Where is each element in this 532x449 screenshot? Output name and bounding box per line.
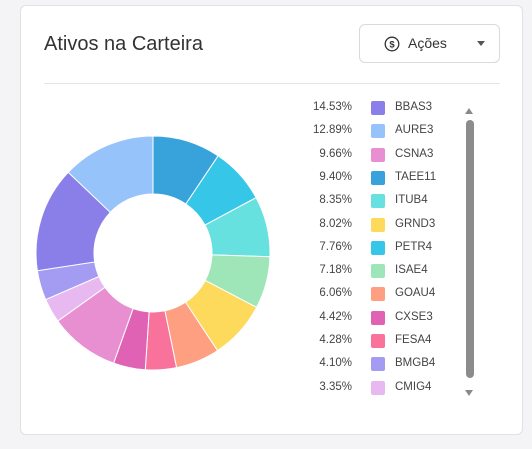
legend-swatch	[371, 194, 385, 209]
svg-text:$: $	[389, 39, 395, 50]
legend-swatch	[371, 147, 385, 162]
legend-item[interactable]: 4.28% FESA4	[306, 330, 456, 353]
legend-percent: 12.89%	[312, 124, 352, 137]
legend-percent: 3.35%	[319, 380, 352, 393]
legend-item[interactable]: 8.02% GRND3	[306, 214, 456, 237]
legend-swatch	[371, 170, 385, 185]
legend-item[interactable]: 4.42% CXSE3	[306, 307, 456, 330]
legend-percent: 9.66%	[319, 147, 352, 160]
legend-percent: 4.10%	[319, 357, 352, 370]
legend-swatch	[371, 124, 385, 139]
legend-swatch	[371, 310, 385, 325]
legend-item[interactable]: 7.18% ISAE4	[306, 260, 456, 283]
legend-percent: 7.18%	[319, 264, 352, 277]
legend-label: BMGB4	[395, 357, 436, 370]
scroll-up-arrow-icon[interactable]	[465, 108, 473, 114]
legend-label: FESA4	[395, 334, 432, 346]
legend-label: CMIG4	[395, 380, 432, 393]
legend-label: CXSE3	[395, 310, 433, 323]
legend-item[interactable]: 12.89% AURE3	[306, 120, 456, 143]
dollar-circle-icon: $	[384, 36, 400, 52]
dropdown-selected-label: Ações	[408, 35, 447, 51]
legend-item[interactable]: 9.66% CSNA3	[306, 144, 456, 167]
scrollbar-thumb[interactable]	[466, 120, 474, 378]
legend-label: GOAU4	[395, 287, 436, 300]
legend-label: GRND3	[395, 217, 436, 230]
card-title: Ativos na Carteira	[44, 33, 203, 55]
legend-swatch	[371, 334, 385, 348]
legend-percent: 6.06%	[319, 287, 352, 300]
donut-chart	[35, 135, 271, 371]
legend-label: ITUB4	[395, 194, 428, 207]
legend-swatch	[371, 380, 385, 395]
legend-item[interactable]: 7.76% PETR4	[306, 237, 456, 260]
legend-item[interactable]: 8.35% ITUB4	[306, 190, 456, 213]
legend-item[interactable]: 9.40% TAEE11	[306, 167, 456, 190]
legend-swatch	[371, 240, 385, 255]
legend-swatch	[371, 217, 385, 232]
legend-percent: 8.02%	[319, 217, 352, 230]
legend-percent: 7.76%	[319, 240, 352, 253]
legend-item[interactable]: 14.53% BBAS3	[306, 97, 456, 120]
legend-label: CSNA3	[395, 147, 434, 160]
legend-label: BBAS3	[395, 101, 433, 113]
legend-percent: 4.28%	[319, 334, 352, 346]
chevron-down-icon	[477, 41, 485, 46]
legend-swatch	[371, 287, 385, 302]
asset-type-dropdown[interactable]: $ Ações	[359, 24, 500, 63]
legend-swatch	[371, 264, 385, 279]
legend-label: TAEE11	[395, 170, 437, 183]
legend-item[interactable]: 6.06% GOAU4	[306, 283, 456, 306]
legend-item[interactable]: 4.10% BMGB4	[306, 353, 456, 376]
legend-label: PETR4	[395, 240, 433, 253]
legend-label: AURE3	[395, 124, 434, 137]
legend-item[interactable]: 3.35% CMIG4	[306, 377, 456, 400]
legend: 14.53% BBAS3 12.89% AURE3 9.66% CSNA3 9.40% TAE…	[306, 97, 456, 403]
divider	[44, 83, 500, 84]
legend-percent: 14.53%	[312, 101, 352, 113]
legend-percent: 4.42%	[319, 310, 352, 323]
legend-swatch	[371, 101, 385, 115]
legend-label: ISAE4	[395, 264, 428, 277]
scroll-down-arrow-icon[interactable]	[465, 390, 473, 396]
legend-swatch	[371, 357, 385, 372]
legend-percent: 8.35%	[319, 194, 352, 207]
legend-percent: 9.40%	[319, 170, 352, 183]
